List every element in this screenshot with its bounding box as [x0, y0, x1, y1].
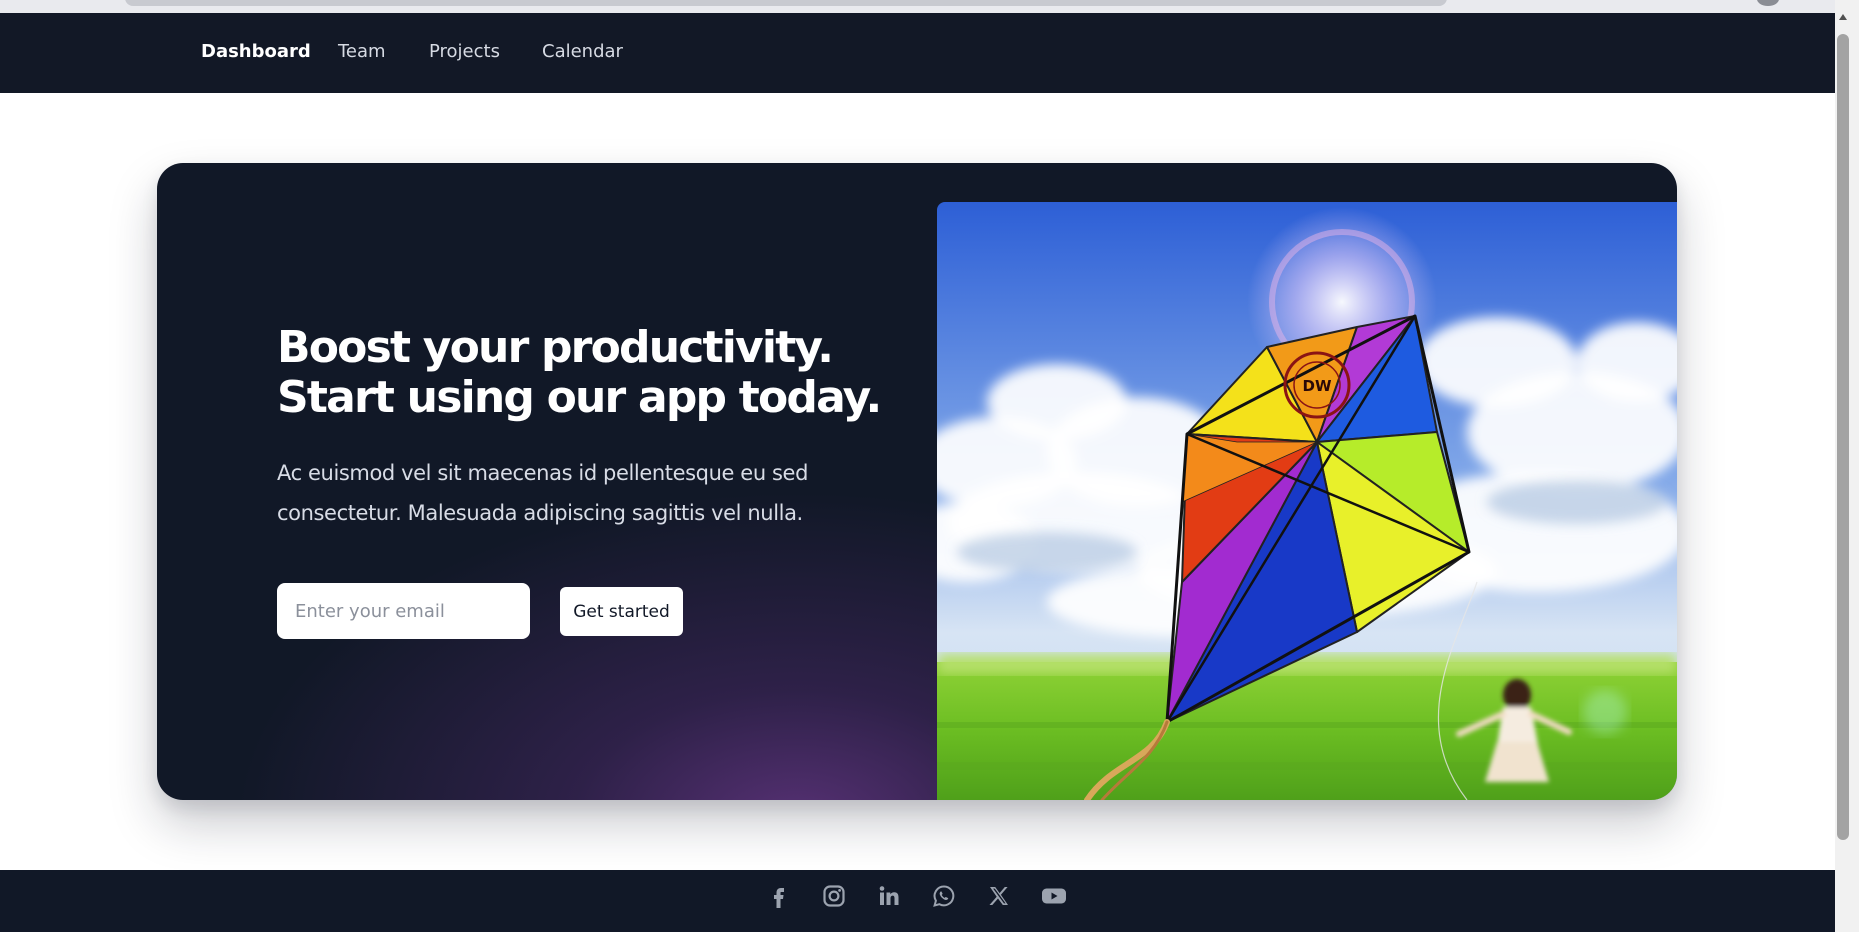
- nav-item-team[interactable]: Team: [338, 41, 386, 62]
- address-bar[interactable]: [125, 0, 1447, 6]
- nav-item-dashboard[interactable]: Dashboard: [201, 41, 311, 62]
- nav-item-projects[interactable]: Projects: [429, 41, 500, 62]
- scrollbar-thumb[interactable]: [1837, 34, 1849, 840]
- facebook-icon[interactable]: [761, 878, 797, 914]
- scroll-up-arrow-icon[interactable]: [1839, 14, 1847, 20]
- page-scrollbar[interactable]: [1835, 0, 1859, 932]
- svg-text:DW: DW: [1303, 377, 1332, 395]
- hero-card: Boost your productivity. Start using our…: [157, 163, 1677, 800]
- youtube-icon[interactable]: [1036, 878, 1072, 914]
- email-input[interactable]: [277, 583, 530, 639]
- whatsapp-icon[interactable]: [926, 878, 962, 914]
- hero-title-line-1: Boost your productivity.: [277, 322, 834, 373]
- hero-title: Boost your productivity. Start using our…: [277, 323, 937, 423]
- kite-stamp: DW: [1283, 351, 1351, 419]
- footer: [0, 870, 1835, 932]
- get-started-button[interactable]: Get started: [560, 587, 683, 636]
- nav-item-calendar[interactable]: Calendar: [542, 41, 623, 62]
- kite-photo: DW: [937, 202, 1677, 800]
- hero-description: Ac euismod vel sit maecenas id pellentes…: [277, 461, 808, 525]
- instagram-icon[interactable]: [816, 878, 852, 914]
- browser-viewport: Dashboard Team Projects Calendar Boost y…: [0, 0, 1859, 932]
- x-icon[interactable]: [981, 878, 1017, 914]
- profile-icon[interactable]: [1757, 0, 1779, 6]
- hero-title-line-2: Start using our app today.: [277, 372, 882, 423]
- top-navigation: Dashboard Team Projects Calendar: [0, 13, 1835, 93]
- browser-chrome: [0, 0, 1859, 13]
- kite-photo-illustration: DW: [937, 202, 1677, 800]
- linkedin-icon[interactable]: [871, 878, 907, 914]
